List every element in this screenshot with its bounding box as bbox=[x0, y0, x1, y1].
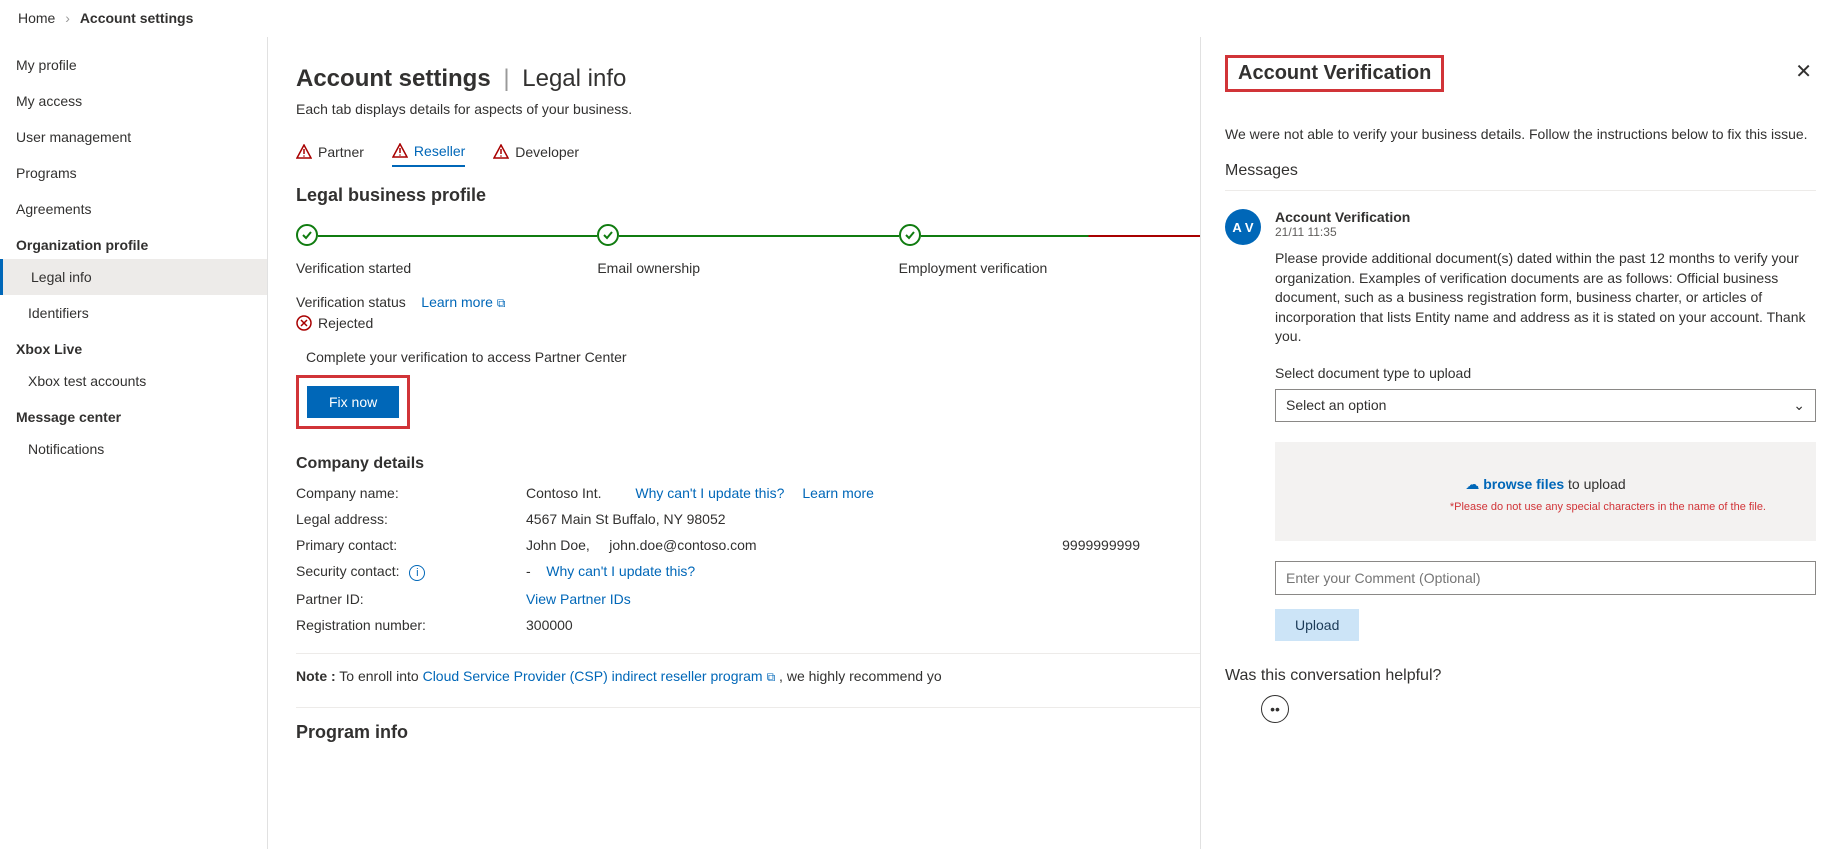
learn-more-link[interactable]: Learn more⧉ bbox=[421, 294, 505, 310]
account-verification-panel: Account Verification ✕ We were not able … bbox=[1200, 37, 1840, 849]
fix-now-button[interactable]: Fix now bbox=[307, 386, 399, 418]
sidebar-item-legal-info[interactable]: Legal info bbox=[0, 259, 267, 295]
sidebar-head-message-center: Message center bbox=[0, 399, 267, 431]
sidebar: My profile My access User management Pro… bbox=[0, 37, 268, 849]
enrollment-note: Note : To enroll into Cloud Service Prov… bbox=[296, 653, 1200, 685]
security-contact-value: - bbox=[526, 563, 531, 579]
sidebar-item-programs[interactable]: Programs bbox=[0, 155, 267, 191]
messages-heading: Messages bbox=[1225, 162, 1816, 191]
status-rejected: Rejected bbox=[318, 315, 373, 331]
legal-address-value: 4567 Main St Buffalo, NY 98052 bbox=[526, 511, 1200, 527]
browse-files-link[interactable]: browse files bbox=[1483, 476, 1564, 492]
upload-warning: *Please do not use any special character… bbox=[1285, 501, 1806, 513]
sidebar-item-xbox-test-accounts[interactable]: Xbox test accounts bbox=[0, 363, 267, 399]
page-title: Account settings | Legal info bbox=[296, 65, 1200, 93]
feedback-question: Was this conversation helpful? bbox=[1225, 667, 1816, 685]
step-verification-started: Verification started bbox=[296, 224, 597, 276]
partner-id-label: Partner ID: bbox=[296, 591, 526, 607]
primary-contact-label: Primary contact: bbox=[296, 537, 526, 553]
close-icon[interactable]: ✕ bbox=[1791, 55, 1816, 88]
step-label: Verification started bbox=[296, 260, 411, 276]
error-circle-icon bbox=[296, 315, 312, 331]
check-circle-icon bbox=[296, 224, 318, 246]
tab-developer[interactable]: Developer bbox=[493, 143, 579, 167]
program-info-heading: Program info bbox=[296, 707, 1200, 743]
document-type-select[interactable]: Select an option ⌄ bbox=[1275, 389, 1816, 422]
step-label: Employment verification bbox=[899, 260, 1048, 276]
panel-title-highlight: Account Verification bbox=[1225, 55, 1444, 92]
file-upload-area[interactable]: ☁ browse files to upload *Please do not … bbox=[1275, 442, 1816, 541]
message-sender: Account Verification bbox=[1275, 209, 1816, 225]
tabs: Partner Reseller Developer bbox=[296, 143, 1200, 167]
registration-number-label: Registration number: bbox=[296, 617, 526, 633]
breadcrumb: Home › Account settings bbox=[0, 0, 1840, 37]
step-employment-verification: Employment verification bbox=[899, 224, 1200, 276]
warning-icon bbox=[493, 144, 509, 160]
info-icon[interactable]: i bbox=[409, 565, 425, 581]
learn-more-link[interactable]: Learn more bbox=[802, 485, 874, 501]
breadcrumb-home[interactable]: Home bbox=[18, 10, 55, 26]
message-timestamp: 21/11 11:35 bbox=[1275, 225, 1816, 239]
external-link-icon: ⧉ bbox=[497, 296, 506, 311]
step-email-ownership: Email ownership bbox=[597, 224, 898, 276]
document-type-label: Select document type to upload bbox=[1275, 365, 1816, 381]
select-placeholder: Select an option bbox=[1286, 397, 1386, 413]
check-circle-icon bbox=[899, 224, 921, 246]
verification-status-label: Verification status bbox=[296, 294, 406, 310]
smiley-face-icon[interactable]: •• bbox=[1261, 695, 1289, 723]
verification-stepper: Verification started Email ownership Emp… bbox=[296, 224, 1200, 276]
upload-button[interactable]: Upload bbox=[1275, 609, 1359, 641]
tab-partner[interactable]: Partner bbox=[296, 143, 364, 167]
step-label: Email ownership bbox=[597, 260, 700, 276]
warning-icon bbox=[296, 144, 312, 160]
avatar: A V bbox=[1225, 209, 1261, 245]
tab-reseller[interactable]: Reseller bbox=[392, 143, 465, 167]
check-circle-icon bbox=[597, 224, 619, 246]
page-title-primary: Account settings bbox=[296, 65, 491, 92]
security-contact-label: Security contact: i bbox=[296, 563, 526, 581]
tab-label: Partner bbox=[318, 144, 364, 160]
panel-title: Account Verification bbox=[1238, 62, 1431, 84]
tab-label: Reseller bbox=[414, 143, 465, 159]
sidebar-item-user-management[interactable]: User management bbox=[0, 119, 267, 155]
warning-icon bbox=[392, 143, 408, 159]
legal-business-profile-heading: Legal business profile bbox=[296, 185, 1200, 206]
chevron-down-icon: ⌄ bbox=[1793, 397, 1805, 414]
sidebar-item-identifiers[interactable]: Identifiers bbox=[0, 295, 267, 331]
csp-program-link[interactable]: Cloud Service Provider (CSP) indirect re… bbox=[423, 668, 776, 684]
legal-address-label: Legal address: bbox=[296, 511, 526, 527]
sidebar-item-notifications[interactable]: Notifications bbox=[0, 431, 267, 467]
why-cant-update-security-link[interactable]: Why can't I update this? bbox=[546, 563, 695, 579]
sidebar-item-agreements[interactable]: Agreements bbox=[0, 191, 267, 227]
comment-input[interactable] bbox=[1275, 561, 1816, 595]
company-name-value: Contoso Int. bbox=[526, 485, 602, 501]
cloud-upload-icon: ☁ bbox=[1465, 476, 1479, 492]
registration-number-value: 300000 bbox=[526, 617, 1200, 633]
page-subtitle: Each tab displays details for aspects of… bbox=[296, 101, 1200, 117]
sidebar-item-my-access[interactable]: My access bbox=[0, 83, 267, 119]
main-content: Account settings | Legal info Each tab d… bbox=[268, 37, 1200, 849]
panel-intro: We were not able to verify your business… bbox=[1225, 126, 1816, 142]
verification-cta-message: Complete your verification to access Par… bbox=[306, 349, 1200, 365]
primary-contact-phone: 9999999999 bbox=[1062, 537, 1140, 553]
sidebar-item-my-profile[interactable]: My profile bbox=[0, 47, 267, 83]
external-link-icon: ⧉ bbox=[767, 670, 776, 685]
breadcrumb-current: Account settings bbox=[80, 10, 194, 26]
company-name-label: Company name: bbox=[296, 485, 526, 501]
sidebar-head-xbox: Xbox Live bbox=[0, 331, 267, 363]
fix-now-highlight: Fix now bbox=[296, 375, 410, 429]
primary-contact-name: John Doe, bbox=[526, 537, 590, 553]
message-body: Please provide additional document(s) da… bbox=[1275, 249, 1816, 347]
page-title-secondary: Legal info bbox=[522, 65, 626, 92]
to-upload-text: to upload bbox=[1564, 476, 1626, 492]
sidebar-head-organization: Organization profile bbox=[0, 227, 267, 259]
primary-contact-email: john.doe@contoso.com bbox=[609, 537, 756, 553]
why-cant-update-link[interactable]: Why can't I update this? bbox=[635, 485, 784, 501]
message-item: A V Account Verification 21/11 11:35 Ple… bbox=[1225, 209, 1816, 641]
company-details-heading: Company details bbox=[296, 455, 1200, 473]
view-partner-ids-link[interactable]: View Partner IDs bbox=[526, 591, 631, 607]
tab-label: Developer bbox=[515, 144, 579, 160]
chevron-right-icon: › bbox=[65, 10, 70, 26]
